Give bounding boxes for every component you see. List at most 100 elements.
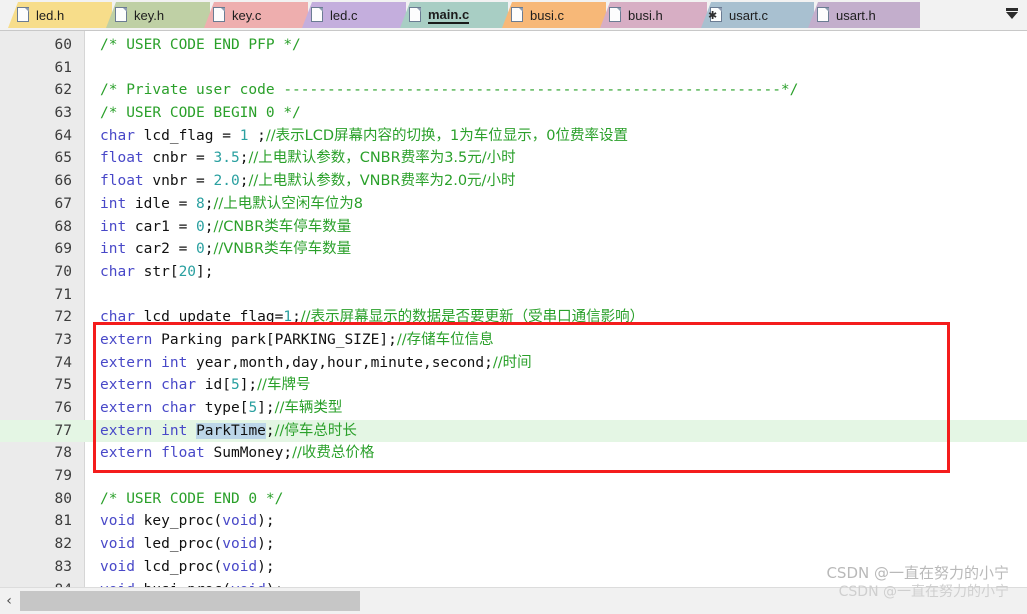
code-line[interactable]: 78 extern float SumMoney;//收费总价格 — [0, 442, 1027, 465]
code-line[interactable]: 72 char lcd_update_flag=1;//表示屏幕显示的数据是否要更… — [0, 306, 1027, 329]
token-kw: int — [100, 241, 127, 258]
line-number: 81 — [54, 513, 72, 530]
line-content[interactable]: int car2 = 0;//VNBR类车停车数量 — [100, 238, 351, 261]
code-line[interactable]: 68 int car1 = 0;//CNBR类车停车数量 — [0, 216, 1027, 239]
code-editor[interactable]: 60 /* USER CODE END PFP */ 61 62 /* Private … — [0, 31, 1027, 587]
line-content[interactable]: char lcd_update_flag=1;//表示屏幕显示的数据是否要更新（… — [100, 306, 644, 329]
tab-led-h[interactable]: led.h — [8, 2, 112, 28]
code-line[interactable]: 63 /* USER CODE BEGIN 0 */ — [0, 102, 1027, 125]
line-content[interactable]: void key_proc(void); — [100, 510, 275, 533]
line-content[interactable]: extern float SumMoney;//收费总价格 — [100, 442, 374, 465]
tab-usart-c[interactable]: ✱ usart.c — [701, 2, 814, 28]
line-number: 64 — [54, 127, 72, 144]
scrollbar-thumb[interactable] — [20, 591, 360, 611]
line-content[interactable]: void lcd_proc(void); — [100, 556, 275, 579]
tab-busi-c[interactable]: busi.c — [502, 2, 606, 28]
horizontal-scrollbar[interactable]: ‹ — [0, 587, 1027, 614]
token-cm: //停车总时长 — [274, 422, 357, 439]
code-line[interactable]: 74 extern int year,month,day,hour,minute,… — [0, 352, 1027, 375]
token-id: ); — [257, 558, 275, 575]
code-line[interactable]: 81 void key_proc(void); — [0, 510, 1027, 533]
line-number: 70 — [54, 263, 72, 280]
code-line[interactable]: 67 int idle = 8;//上电默认空闲车位为8 — [0, 193, 1027, 216]
token-num: 20 — [178, 263, 197, 280]
tab-label: led.c — [330, 7, 358, 23]
file-page-icon — [609, 7, 622, 23]
line-number: 78 — [54, 445, 72, 462]
tab-key-c[interactable]: key.c — [204, 2, 308, 28]
line-content[interactable]: extern int ParkTime;//停车总时长 — [100, 420, 357, 443]
token-kw: void — [100, 536, 135, 553]
line-number: 61 — [54, 59, 72, 76]
line-content[interactable]: /* Private user code -------------------… — [100, 79, 798, 102]
line-content[interactable]: int car1 = 0;//CNBR类车停车数量 — [100, 216, 351, 239]
token-id: lcd_update_flag= — [134, 309, 284, 326]
code-line[interactable]: 60 /* USER CODE END PFP */ — [0, 34, 1027, 57]
code-line[interactable]: 76 extern char type[5];//车辆类型 — [0, 397, 1027, 420]
line-number: 80 — [54, 490, 72, 507]
line-content[interactable]: extern char type[5];//车辆类型 — [100, 397, 342, 420]
code-line[interactable]: 75 extern char id[5];//车牌号 — [0, 374, 1027, 397]
line-content[interactable]: /* USER CODE BEGIN 0 */ — [100, 102, 301, 125]
token-kw: extern — [100, 400, 153, 416]
line-content[interactable]: void busi_proc(void); — [100, 579, 283, 588]
line-content[interactable]: /* USER CODE END 0 */ — [100, 488, 283, 511]
line-content[interactable]: float vnbr = 2.0;//上电默认参数，VNBR费率为2.0元/小时 — [100, 170, 515, 193]
code-line[interactable]: 65 float cnbr = 3.5;//上电默认参数，CNBR费率为3.5元/… — [0, 147, 1027, 170]
tab-label: key.c — [232, 7, 262, 23]
code-line[interactable]: 61 — [0, 57, 1027, 80]
tab-list-dropdown-icon[interactable] — [1003, 5, 1021, 23]
token-id — [152, 400, 161, 416]
line-content[interactable]: extern char id[5];//车牌号 — [100, 374, 310, 397]
token-sel: ParkTime — [196, 422, 266, 439]
line-number: 67 — [54, 195, 72, 212]
token-cm: //VNBR类车停车数量 — [213, 241, 352, 258]
token-id: key_proc( — [134, 513, 223, 530]
code-line[interactable]: 70 char str[20]; — [0, 261, 1027, 284]
line-content[interactable]: float cnbr = 3.5;//上电默认参数，CNBR费率为3.5元/小时 — [100, 147, 516, 170]
scroll-left-arrow-icon[interactable]: ‹ — [0, 588, 18, 614]
line-content[interactable]: extern Parking park[PARKING_SIZE];//存储车位… — [100, 329, 494, 352]
tab-usart-h[interactable]: usart.h — [808, 2, 920, 28]
tab-label: usart.c — [729, 7, 769, 23]
token-kw: void — [222, 513, 258, 530]
code-line[interactable]: 83 void lcd_proc(void); — [0, 556, 1027, 579]
line-content[interactable]: /* USER CODE END PFP */ — [100, 34, 301, 57]
code-line[interactable]: 62 /* Private user code -----------------… — [0, 79, 1027, 102]
tab-label: main.c — [428, 6, 470, 24]
line-content[interactable]: char lcd_flag = 1 ;//表示LCD屏幕内容的切换，1为车位显示… — [100, 125, 628, 148]
code-line[interactable]: 73 extern Parking park[PARKING_SIZE];//存储… — [0, 329, 1027, 352]
code-line[interactable]: 71 — [0, 284, 1027, 307]
token-kw: char — [161, 400, 197, 416]
token-kw: int — [161, 422, 188, 439]
line-content[interactable]: extern int year,month,day,hour,minute,se… — [100, 352, 532, 375]
tab-label: key.h — [134, 7, 165, 23]
code-line[interactable]: 64 char lcd_flag = 1 ;//表示LCD屏幕内容的切换，1为车位… — [0, 125, 1027, 148]
tab-led-c[interactable]: led.c — [302, 2, 406, 28]
line-number: 73 — [54, 331, 72, 348]
token-cm: /* Private user code -------------------… — [100, 82, 799, 99]
tab-key-h[interactable]: key.h — [106, 2, 210, 28]
code-lines-container[interactable]: 60 /* USER CODE END PFP */ 61 62 /* Private … — [0, 31, 1027, 587]
line-content[interactable]: void led_proc(void); — [100, 533, 275, 556]
token-id: year,month,day,hour,minute,second; — [187, 354, 493, 371]
line-number: 83 — [54, 558, 72, 575]
token-kw: void — [222, 536, 258, 553]
tab-main-c[interactable]: main.c — [400, 2, 508, 28]
code-line[interactable]: 77 extern int ParkTime;//停车总时长 — [0, 419, 1027, 443]
code-line[interactable]: 79 — [0, 465, 1027, 488]
token-cm: //CNBR类车停车数量 — [213, 218, 352, 235]
code-line[interactable]: 82 void led_proc(void); — [0, 533, 1027, 556]
file-page-modified-icon — [213, 7, 226, 23]
code-line[interactable]: 69 int car2 = 0;//VNBR类车停车数量 — [0, 238, 1027, 261]
line-content[interactable]: int idle = 8;//上电默认空闲车位为8 — [100, 193, 363, 216]
line-content[interactable]: char str[20]; — [100, 261, 214, 284]
code-line[interactable]: 80 /* USER CODE END 0 */ — [0, 488, 1027, 511]
code-line[interactable]: 84 void busi_proc(void); — [0, 579, 1027, 588]
line-number: 60 — [54, 37, 72, 53]
tab-busi-h[interactable]: busi.h — [600, 2, 707, 28]
tab-label: busi.c — [530, 7, 564, 23]
file-page-icon — [817, 7, 830, 23]
code-line[interactable]: 66 float vnbr = 2.0;//上电默认参数，VNBR费率为2.0元/… — [0, 170, 1027, 193]
token-kw: extern — [100, 377, 153, 394]
